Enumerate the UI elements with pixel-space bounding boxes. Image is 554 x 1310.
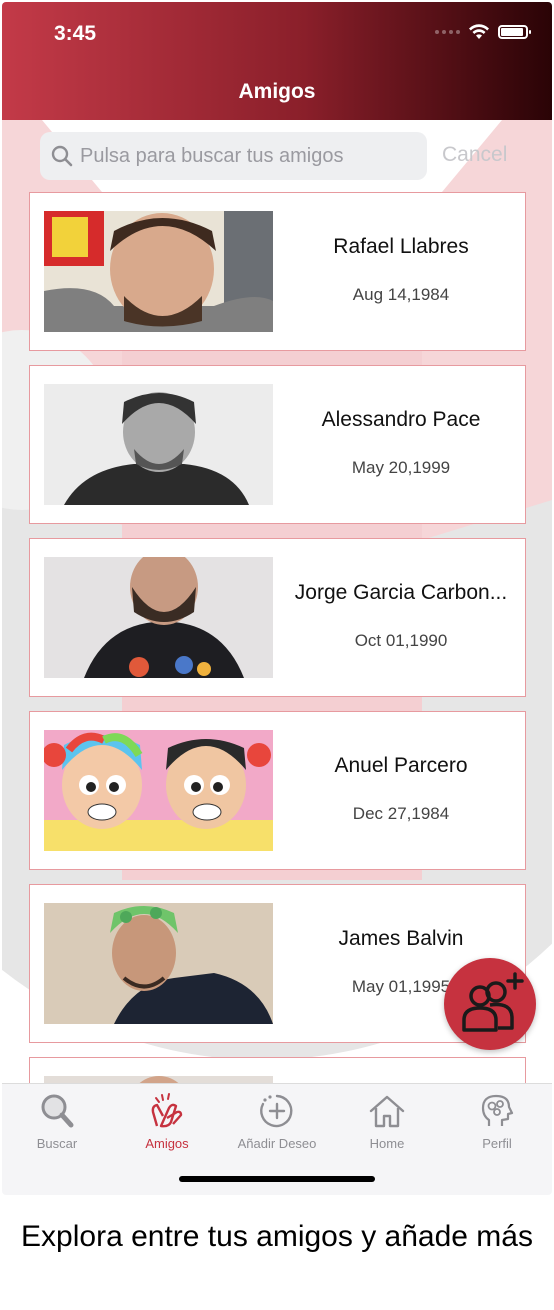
status-time: 3:45	[54, 22, 97, 45]
friend-name: James Balvin	[338, 927, 464, 950]
tab-label: Añadir Deseo	[237, 1136, 317, 1151]
friend-date: May 20,1999	[351, 458, 451, 477]
tab-anadir-deseo[interactable]: Añadir Deseo	[222, 1092, 332, 1151]
friend-name: Rafael Llabres	[333, 235, 469, 258]
add-circle-icon	[260, 1094, 293, 1128]
home-indicator[interactable]	[179, 1176, 375, 1182]
friend-date: Aug 14,1984	[352, 285, 450, 304]
tab-label: Buscar	[36, 1136, 78, 1151]
wifi-icon	[469, 24, 489, 39]
promo-caption: Explora entre tus amigos y añade más	[21, 1220, 533, 1253]
friend-card[interactable]: Anuel Parcero Dec 27,1984	[29, 711, 526, 870]
friend-card[interactable]: Alessandro Pace May 20,1999	[29, 365, 526, 524]
head-gears-icon	[481, 1094, 514, 1126]
friend-photo	[44, 730, 273, 851]
friend-photo	[44, 557, 273, 678]
tab-perfil[interactable]: Perfil	[442, 1092, 552, 1151]
add-friend-icon	[462, 972, 524, 1032]
status-icons	[435, 24, 531, 40]
friend-date: Dec 27,1984	[352, 804, 450, 823]
friend-name: Alessandro Pace	[321, 408, 481, 431]
friend-photo	[44, 903, 273, 1024]
tab-label: Amigos	[145, 1136, 189, 1151]
nav-header: 3:45 Amigos	[2, 2, 552, 120]
tab-buscar[interactable]: Buscar	[2, 1092, 112, 1151]
friend-date: Oct 01,1990	[354, 631, 448, 650]
magnifier-icon	[41, 1094, 74, 1128]
house-icon	[369, 1095, 405, 1128]
tab-label: Home	[369, 1136, 405, 1151]
clapping-hands-icon	[151, 1093, 183, 1128]
tab-home[interactable]: Home	[332, 1092, 442, 1151]
page-title: Amigos	[238, 80, 316, 103]
friend-card[interactable]: Jorge Garcia Carbon... Oct 01,1990	[29, 538, 526, 697]
search-icon	[51, 145, 73, 167]
friend-name: Jorge Garcia Carbon...	[294, 581, 508, 604]
search-bar[interactable]	[40, 132, 427, 180]
friend-card[interactable]: Rafael Llabres Aug 14,1984	[29, 192, 526, 351]
cancel-button[interactable]: Cancel	[442, 143, 507, 167]
tab-bar: Buscar Amigos Añadir Deseo Home Perfil	[2, 1083, 552, 1195]
tab-label: Perfil	[482, 1136, 512, 1151]
tab-amigos[interactable]: Amigos	[112, 1092, 222, 1151]
friend-photo	[44, 384, 273, 505]
battery-icon	[498, 25, 531, 39]
friend-name: Anuel Parcero	[334, 754, 468, 777]
add-friend-button[interactable]	[444, 958, 536, 1050]
phone-screen: 3:45 Amigos Cancel	[2, 2, 552, 1195]
signal-icon	[435, 30, 460, 34]
search-input[interactable]	[80, 132, 420, 180]
friend-photo	[44, 211, 273, 332]
